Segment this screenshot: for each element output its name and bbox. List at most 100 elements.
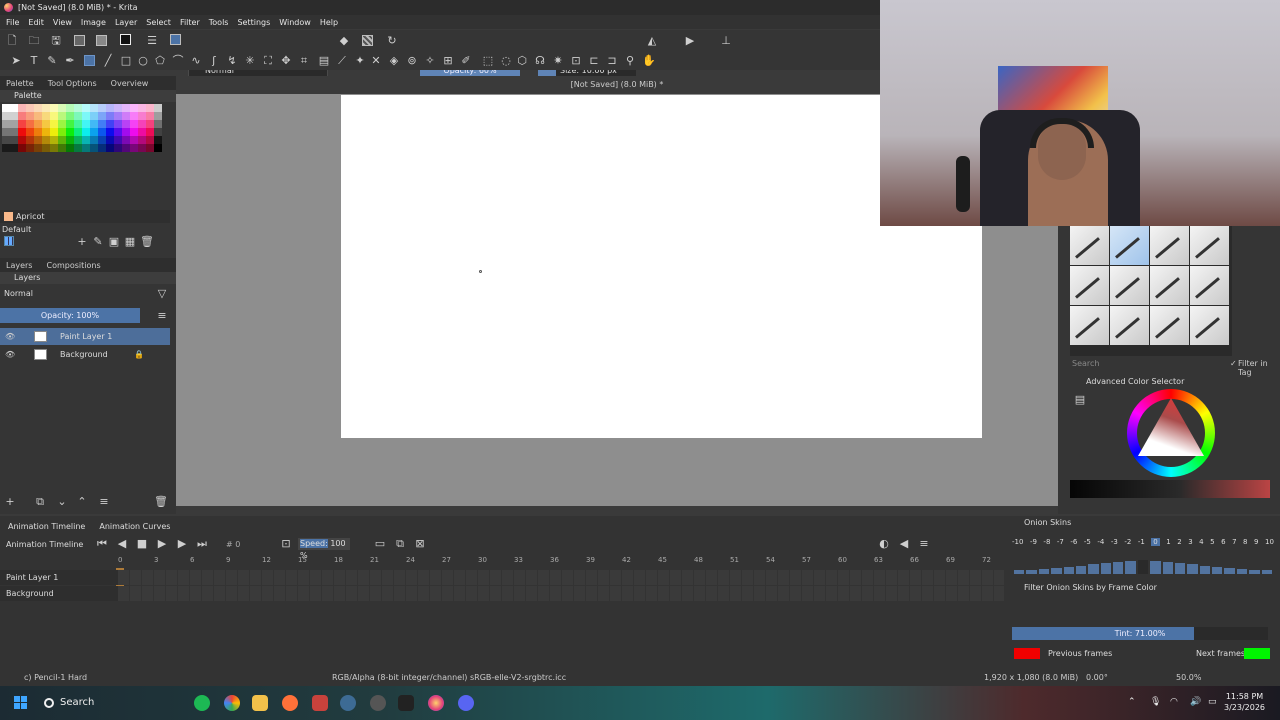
palette-swatch[interactable]: [90, 128, 98, 136]
frame-input[interactable]: # 0: [226, 540, 240, 549]
filter-by-frame-color[interactable]: Filter Onion Skins by Frame Color: [1024, 583, 1157, 592]
brush-settings-icon[interactable]: ☰: [146, 35, 158, 47]
palette-swatch[interactable]: [146, 128, 154, 136]
menu-layer[interactable]: Layer: [115, 18, 137, 27]
palette-swatch[interactable]: [106, 112, 114, 120]
palette-swatch[interactable]: [154, 120, 162, 128]
current-brush[interactable]: c) Pencil-1 Hard: [24, 670, 87, 686]
palette-swatch[interactable]: [130, 104, 138, 112]
spotify-icon[interactable]: [194, 695, 210, 711]
onion-frame-number[interactable]: 4: [1199, 538, 1203, 546]
palette-swatch[interactable]: [34, 136, 42, 144]
multibrush-icon[interactable]: ✳: [244, 55, 256, 67]
brush-preset[interactable]: [1190, 226, 1229, 265]
add-swatch-icon[interactable]: +: [76, 236, 88, 248]
mirror-vertical-icon[interactable]: ▶: [684, 35, 696, 47]
speed-spinbox[interactable]: Speed: 100 %: [298, 538, 350, 560]
palette-swatch[interactable]: [58, 104, 66, 112]
palette-swatch[interactable]: [130, 144, 138, 152]
visibility-eye-icon[interactable]: 👁: [5, 328, 15, 345]
palette-swatch[interactable]: [66, 136, 74, 144]
freehand-path-icon[interactable]: ʃ: [208, 55, 220, 67]
palette-swatch[interactable]: [58, 136, 66, 144]
palette-swatch[interactable]: [42, 104, 50, 112]
onion-opacity-bar[interactable]: [1125, 561, 1136, 574]
ellipse-tool-icon[interactable]: ○: [137, 55, 149, 67]
palette-swatch[interactable]: [114, 120, 122, 128]
palette-swatch[interactable]: [146, 104, 154, 112]
brush-preset[interactable]: [1070, 306, 1109, 345]
pattern-icon[interactable]: [74, 35, 85, 46]
media-player-icon[interactable]: [398, 695, 414, 711]
pan-icon[interactable]: ✐: [460, 55, 472, 67]
brush-preset[interactable]: [1110, 306, 1149, 345]
palette-swatch[interactable]: [122, 120, 130, 128]
tab-palette[interactable]: Palette: [6, 79, 34, 88]
palette-swatch[interactable]: [82, 144, 90, 152]
palette-swatch[interactable]: [26, 120, 34, 128]
onion-frame-number[interactable]: -9: [1030, 538, 1037, 546]
palette-swatch[interactable]: [146, 136, 154, 144]
menu-window[interactable]: Window: [279, 18, 311, 27]
palette-swatch[interactable]: [2, 104, 10, 112]
onion-opacity-bar[interactable]: [1038, 568, 1050, 574]
onion-frame-number[interactable]: -7: [1057, 538, 1064, 546]
menu-edit[interactable]: Edit: [28, 18, 44, 27]
onion-opacity-bar[interactable]: [1113, 562, 1124, 574]
menu-select[interactable]: Select: [146, 18, 171, 27]
palette-swatch[interactable]: [138, 112, 146, 120]
palette-swatch[interactable]: [114, 128, 122, 136]
timeline-frames[interactable]: [118, 570, 1004, 585]
palette-swatch[interactable]: [98, 112, 106, 120]
ellipse-select-icon[interactable]: ◌: [500, 55, 512, 67]
onion-frame-number[interactable]: 7: [1232, 538, 1236, 546]
palette-swatch[interactable]: [34, 120, 42, 128]
palette-grid-icon[interactable]: [4, 236, 14, 246]
drop-frames-icon[interactable]: ⊡: [280, 538, 292, 550]
palette-swatch[interactable]: [98, 136, 106, 144]
taskbar-clock[interactable]: 11:58 PM 3/23/2026: [1224, 691, 1265, 713]
menu-filter[interactable]: Filter: [180, 18, 200, 27]
add-layer-icon[interactable]: +: [4, 496, 16, 508]
crop-tool-icon[interactable]: ⌗: [298, 55, 310, 67]
onion-frame-number[interactable]: -4: [1097, 538, 1104, 546]
palette-swatch[interactable]: [74, 104, 82, 112]
onion-frame-number[interactable]: -5: [1084, 538, 1091, 546]
palette-swatch[interactable]: [82, 112, 90, 120]
tab-tool-options[interactable]: Tool Options: [48, 79, 97, 88]
palette-swatch[interactable]: [98, 128, 106, 136]
palette-swatch[interactable]: [26, 128, 34, 136]
palette-swatch[interactable]: [26, 112, 34, 120]
pan-tool-icon[interactable]: ✋: [642, 55, 656, 67]
rect-select-icon[interactable]: ⬚: [482, 55, 494, 67]
palette-swatch[interactable]: [98, 104, 106, 112]
similar-select-icon[interactable]: ⊡: [570, 55, 582, 67]
krita-taskbar-icon[interactable]: [428, 695, 444, 711]
next-frame-icon[interactable]: ▶: [176, 538, 188, 550]
layer-row-background[interactable]: 👁 Background 🔒: [0, 346, 170, 363]
palette-swatch[interactable]: [34, 104, 42, 112]
previous-frames-color[interactable]: [1014, 648, 1040, 659]
onion-opacity-bar[interactable]: [1014, 570, 1025, 574]
palette-swatch[interactable]: [18, 144, 26, 152]
palette-swatch[interactable]: [10, 104, 18, 112]
onion-frame-number[interactable]: 10: [1265, 538, 1274, 546]
palette-swatch[interactable]: [106, 136, 114, 144]
start-button-icon[interactable]: [14, 696, 28, 710]
layer-menu-icon[interactable]: ≡: [156, 310, 168, 322]
freehand-brush-icon[interactable]: [84, 55, 95, 66]
alpha-lock-icon[interactable]: [362, 35, 373, 46]
palette-swatch[interactable]: [138, 104, 146, 112]
onion-frame-number[interactable]: 6: [1221, 538, 1225, 546]
palette-swatch[interactable]: [34, 112, 42, 120]
layer-blend-select[interactable]: Normal: [0, 287, 150, 301]
palette-swatch[interactable]: [66, 120, 74, 128]
play-icon[interactable]: ▶: [156, 538, 168, 550]
menu-help[interactable]: Help: [320, 18, 338, 27]
palette-swatch[interactable]: [138, 136, 146, 144]
palette-swatch[interactable]: [154, 144, 162, 152]
wifi-icon[interactable]: ◠: [1170, 697, 1180, 707]
onion-opacity-bar[interactable]: [1199, 565, 1210, 574]
timeline-row-background[interactable]: Background: [0, 586, 1004, 601]
palette-swatch[interactable]: [146, 120, 154, 128]
